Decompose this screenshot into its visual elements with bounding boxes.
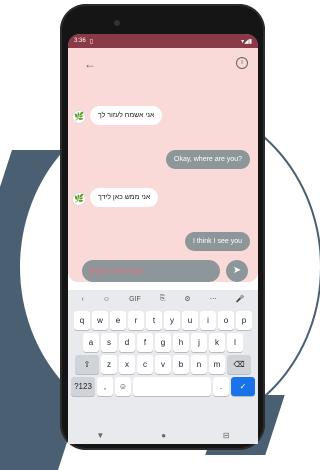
space-key[interactable] [133,377,211,396]
key-f[interactable]: f [137,333,153,352]
keyboard-switch-icon[interactable]: ⊟ [223,431,230,440]
keyboard-row-3: ⇧ z x c v b n m ⌫ [68,355,258,374]
backspace-key[interactable]: ⌫ [227,355,251,374]
keyboard-toolbar: ‹ ☺ GIF ⎘ ⚙ ⋯ 🎤 [68,290,258,308]
key-e[interactable]: e [110,311,126,330]
phone-screen: 3:36 ▯ ▾◢▮ ← i 🌿 אני אשמח לעזור לך Okay,… [68,34,258,444]
emoji-key[interactable]: ☺ [115,377,131,396]
status-bar: 3:36 ▯ ▾◢▮ [68,34,258,48]
key-y[interactable]: y [164,311,180,330]
info-icon[interactable]: i [236,57,248,69]
status-icons: ▾◢▮ [241,38,252,45]
key-q[interactable]: q [74,311,90,330]
key-m[interactable]: m [209,355,225,374]
message-input[interactable]: Type a message.. [82,260,220,282]
shift-key[interactable]: ⇧ [75,355,99,374]
key-x[interactable]: x [119,355,135,374]
send-button[interactable]: ➤ [226,260,248,282]
chat-toolbar: ← i [68,48,258,80]
key-g[interactable]: g [155,333,171,352]
key-r[interactable]: r [128,311,144,330]
key-v[interactable]: v [155,355,171,374]
key-j[interactable]: j [191,333,207,352]
gif-button[interactable]: GIF [129,296,141,303]
period-key[interactable]: . [213,377,229,396]
key-n[interactable]: n [191,355,207,374]
enter-key[interactable]: ✓ [231,377,255,396]
navigation-bar: ▼ ● ⊟ [68,426,258,444]
keyboard-row-1: q w e r t y u i o p [68,311,258,330]
keyboard-collapse-icon[interactable]: ‹ [82,296,84,303]
message-bubble: Okay, where are you? [166,150,250,169]
keyboard: ‹ ☺ GIF ⎘ ⚙ ⋯ 🎤 q w e r t y u i o p a s … [68,290,258,444]
status-time: 3:36 [74,38,86,44]
key-w[interactable]: w [92,311,108,330]
key-p[interactable]: p [236,311,252,330]
sticker-icon[interactable]: ☺ [103,296,110,303]
key-d[interactable]: d [119,333,135,352]
message-input-placeholder: Type a message.. [92,267,148,275]
key-l[interactable]: l [227,333,243,352]
clipboard-icon[interactable]: ⎘ [160,295,166,303]
back-nav-icon[interactable]: ▼ [96,431,104,440]
key-t[interactable]: t [146,311,162,330]
bot-avatar: 🌿 [72,110,86,124]
chat-area: ← i 🌿 אני אשמח לעזור לך Okay, where are … [68,48,258,282]
key-u[interactable]: u [182,311,198,330]
key-o[interactable]: o [218,311,234,330]
composer: Type a message.. ➤ [82,260,252,282]
keyboard-row-4: ?123 , ☺ . ✓ [68,377,258,396]
key-a[interactable]: a [83,333,99,352]
message-bubble: אני ממש כאן לידך [90,188,159,207]
key-z[interactable]: z [101,355,117,374]
settings-gear-icon[interactable]: ⚙ [184,295,190,303]
message-bubble: אני אשמח לעזור לך [90,106,163,125]
symbols-key[interactable]: ?123 [71,377,95,396]
bot-avatar: 🌿 [72,192,86,206]
sim-card-icon: ▯ [89,38,93,45]
camera-icon [114,20,120,26]
comma-key[interactable]: , [97,377,113,396]
keyboard-row-2: a s d f g h j k l [68,333,258,352]
key-b[interactable]: b [173,355,189,374]
key-k[interactable]: k [209,333,225,352]
home-nav-icon[interactable]: ● [161,431,166,440]
more-icon[interactable]: ⋯ [210,295,217,303]
key-i[interactable]: i [200,311,216,330]
text-caret [90,266,91,276]
key-s[interactable]: s [101,333,117,352]
message-bubble: I think I see you [184,232,250,251]
key-c[interactable]: c [137,355,153,374]
back-arrow-icon[interactable]: ← [84,57,96,71]
key-h[interactable]: h [173,333,189,352]
microphone-icon[interactable]: 🎤 [236,295,245,303]
